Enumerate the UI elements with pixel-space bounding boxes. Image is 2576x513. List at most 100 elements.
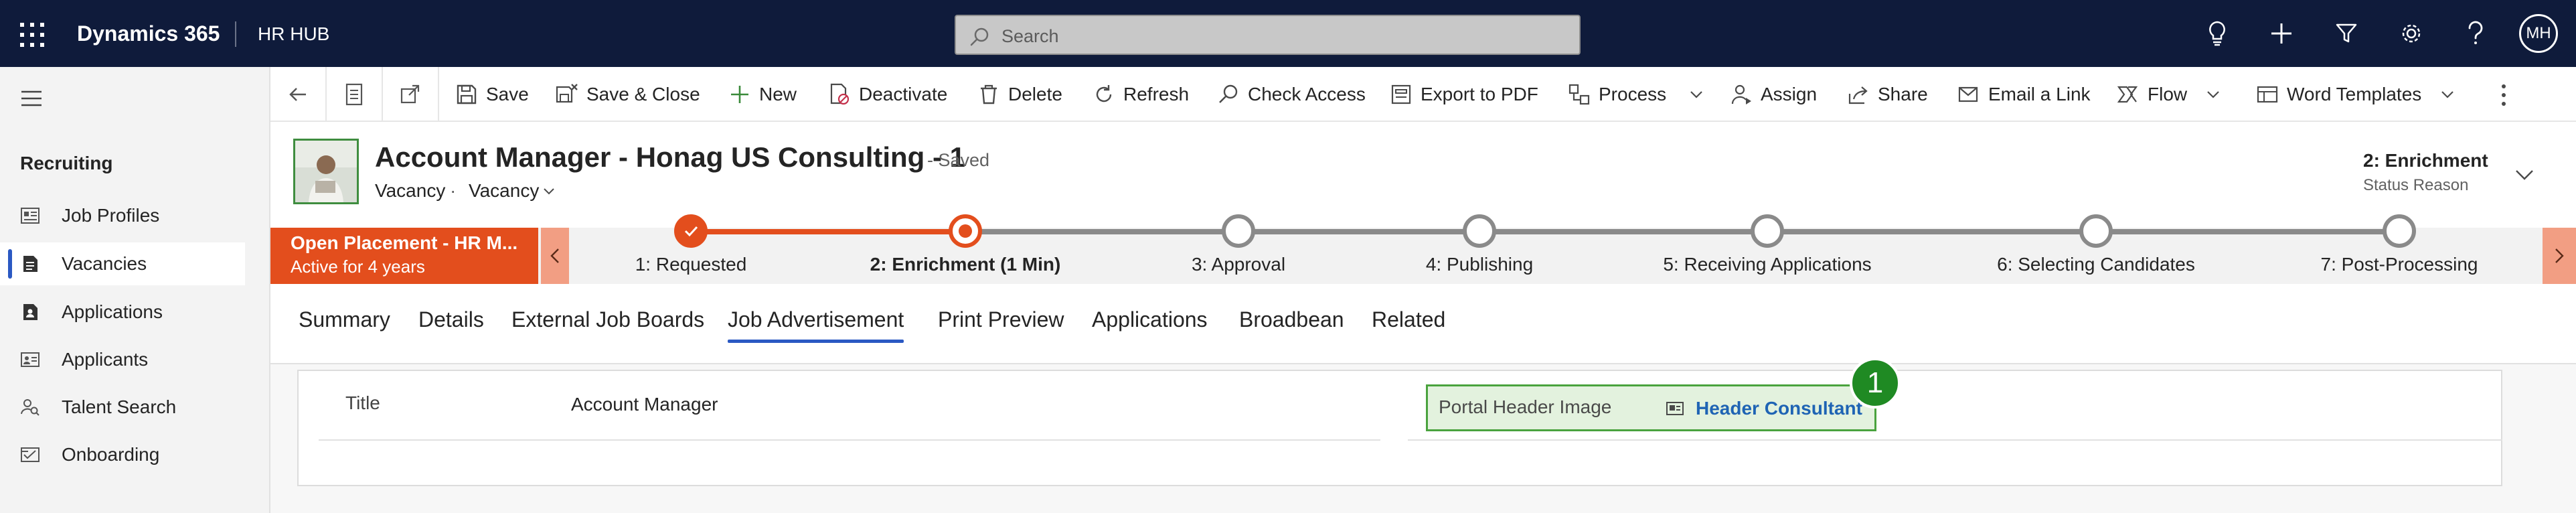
check-access-button[interactable]: Check Access (1217, 79, 1366, 110)
area-name[interactable]: HR HUB (258, 21, 329, 47)
form-view-button[interactable] (327, 67, 383, 122)
deactivate-icon (828, 83, 851, 106)
save-close-button[interactable]: Save & Close (556, 79, 700, 110)
bpf-stage-5-label[interactable]: 5: Receiving Applications (1663, 253, 1871, 276)
bpf-next-button[interactable] (2543, 228, 2576, 284)
help-icon[interactable] (2461, 19, 2490, 48)
bpf-stage-7-label[interactable]: 7: Post-Processing (2321, 253, 2478, 276)
flow-button[interactable]: Flow (2117, 79, 2221, 110)
gear-icon[interactable] (2397, 19, 2426, 48)
search-box[interactable]: Search (955, 15, 1581, 55)
hamburger-menu-icon[interactable] (20, 89, 43, 108)
tab-broadbean[interactable]: Broadbean (1239, 306, 1344, 333)
tab-print-preview[interactable]: Print Preview (938, 306, 1064, 333)
new-button[interactable]: New (728, 79, 797, 110)
process-icon (1568, 83, 1591, 106)
app-launcher-icon[interactable] (19, 21, 46, 48)
current-stage-dot (959, 224, 972, 238)
onboarding-icon (20, 445, 40, 464)
nav-item-onboarding[interactable]: Onboarding (0, 433, 245, 476)
export-pdf-button[interactable]: Export to PDF (1390, 79, 1538, 110)
bpf-stage-4-marker[interactable] (1463, 214, 1496, 248)
tab-related[interactable]: Related (1372, 306, 1445, 333)
open-new-window-button[interactable] (383, 67, 439, 122)
bpf-stage-3-label[interactable]: 3: Approval (1192, 253, 1285, 276)
record-image[interactable] (293, 139, 359, 204)
nav-label: Onboarding (62, 444, 160, 465)
nav-label: Applicants (62, 349, 149, 370)
save-status: - Saved (927, 150, 990, 170)
portal-header-image-link[interactable]: Header Consultant (1696, 397, 1862, 420)
tab-external-job-boards[interactable]: External Job Boards (511, 306, 704, 333)
back-button[interactable] (270, 67, 327, 122)
tab-summary[interactable]: Summary (299, 306, 390, 333)
refresh-button[interactable]: Refresh (1093, 79, 1189, 110)
email-link-label: Email a Link (1988, 84, 2091, 104)
process-label: Process (1599, 84, 1667, 104)
plus-icon[interactable] (2267, 19, 2296, 48)
deactivate-button[interactable]: Deactivate (828, 79, 947, 110)
process-button[interactable]: Process (1568, 79, 1704, 110)
applications-icon (20, 303, 40, 321)
bpf-progress-line-pending (965, 229, 2401, 234)
assign-label: Assign (1761, 84, 1818, 104)
save-button[interactable]: Save (455, 79, 529, 110)
site-map: Recruiting Job Profiles Vacancies Applic… (0, 67, 270, 513)
field-underline (319, 439, 1380, 441)
title-field-value[interactable]: Account Manager (571, 393, 718, 416)
nav-item-job-profiles[interactable]: Job Profiles (0, 194, 245, 237)
form-section (297, 370, 2502, 486)
nav-item-applications[interactable]: Applications (0, 291, 245, 334)
flow-label: Flow (2148, 84, 2188, 104)
person-icon (1730, 83, 1753, 106)
header-status-label: Status Reason (2363, 176, 2469, 194)
bpf-active-process[interactable]: Open Placement - HR M... Active for 4 ye… (270, 228, 538, 284)
bpf-stage-5-marker[interactable] (1751, 214, 1784, 248)
bpf-stage-2-label[interactable]: 2: Enrichment (1 Min) (870, 253, 1061, 276)
more-commands-icon[interactable] (2494, 80, 2514, 110)
bpf-stage-1-marker[interactable] (674, 214, 708, 248)
app-name[interactable]: Dynamics 365 (77, 20, 220, 47)
delete-button[interactable]: Delete (977, 79, 1062, 110)
header-expand-icon[interactable] (2514, 164, 2535, 186)
bpf-stage-1-label[interactable]: 1: Requested (635, 253, 747, 276)
chevron-left-icon (550, 248, 559, 263)
job-profiles-icon (20, 206, 40, 225)
bpf-stage-2-marker[interactable] (949, 214, 982, 248)
word-templates-button[interactable]: Word Templates (2256, 79, 2455, 110)
form-selector[interactable]: Vacancy (469, 179, 539, 202)
applicants-icon (20, 350, 40, 369)
top-bar: Dynamics 365 HR HUB Search MH (0, 0, 2576, 67)
user-avatar[interactable]: MH (2519, 14, 2558, 53)
business-process-flow (270, 228, 2576, 284)
header-divider (235, 21, 236, 47)
chevron-down-icon[interactable] (542, 185, 556, 198)
nav-label: Job Profiles (62, 205, 160, 226)
bpf-previous-button[interactable] (541, 228, 569, 284)
pdf-icon (1390, 83, 1413, 106)
nav-item-applicants[interactable]: Applicants (0, 338, 245, 381)
filter-icon[interactable] (2332, 19, 2361, 48)
lightbulb-icon[interactable] (2202, 19, 2232, 48)
portal-header-image-field[interactable]: Portal Header Image Header Consultant (1426, 384, 1876, 431)
assign-button[interactable]: Assign (1730, 79, 1817, 110)
bpf-stage-7-marker[interactable] (2383, 214, 2416, 248)
tab-job-advertisement[interactable]: Job Advertisement (728, 306, 904, 343)
email-link-button[interactable]: Email a Link (1957, 79, 2091, 110)
key-search-icon (1217, 83, 1240, 106)
nav-label: Talent Search (62, 396, 177, 417)
bpf-stage-6-label[interactable]: 6: Selecting Candidates (1997, 253, 2195, 276)
bpf-stage-4-label[interactable]: 4: Publishing (1426, 253, 1533, 276)
bpf-stage-3-marker[interactable] (1222, 214, 1255, 248)
tab-applications[interactable]: Applications (1092, 306, 1208, 333)
chevron-down-icon (2440, 87, 2455, 102)
nav-item-vacancies[interactable]: Vacancies (0, 242, 245, 285)
delete-label: Delete (1008, 84, 1062, 104)
flow-icon (2117, 83, 2140, 106)
tab-details[interactable]: Details (418, 306, 484, 333)
nav-item-talent-search[interactable]: Talent Search (0, 386, 245, 429)
word-templates-label: Word Templates (2287, 84, 2422, 104)
bpf-stage-6-marker[interactable] (2079, 214, 2113, 248)
nav-label: Vacancies (62, 253, 147, 274)
share-button[interactable]: Share (1847, 79, 1928, 110)
